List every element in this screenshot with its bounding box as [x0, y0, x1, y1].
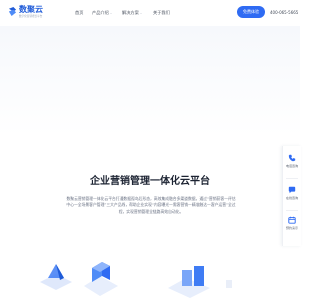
hero-title: 企业营销管理一体化云平台	[90, 176, 210, 187]
nav-item-label: 产品介绍	[92, 10, 109, 15]
phone-icon	[288, 154, 296, 162]
divider	[286, 178, 298, 179]
side-item-phone[interactable]: 电话咨询	[283, 154, 301, 184]
side-item-chat[interactable]: 在线咨询	[283, 186, 301, 216]
chevron-down-icon: ⌄	[109, 11, 113, 15]
nav-item-about[interactable]: 关于我们	[153, 10, 170, 15]
brand-tagline: 数字化营销增长平台	[19, 15, 43, 18]
nav-item-home[interactable]: 首页	[75, 10, 83, 15]
nav-item-solutions[interactable]: 解决方案⌄	[122, 10, 142, 16]
side-item-label: 电话咨询	[285, 164, 298, 168]
chevron-down-icon: ⌄	[139, 11, 143, 15]
hero-description: 数聚云营销管理一体化云平台打通数据孤岛后形态，高效集成融合多渠道数据，通过“营销…	[66, 196, 236, 214]
navbar: 数聚云 数字化营销增长平台 首页 产品介绍⌄ 解决方案⌄ 关于我们 免费体验 4…	[0, 0, 300, 27]
chat-icon	[288, 186, 296, 194]
phone-number: 400-065-5665	[270, 10, 299, 15]
logo-icon[interactable]	[8, 7, 17, 16]
free-trial-button[interactable]: 免费体验	[237, 6, 265, 18]
nav-item-label: 关于我们	[153, 10, 170, 15]
hero-illustration	[40, 262, 232, 298]
side-item-label: 在线咨询	[285, 196, 298, 200]
brand-name[interactable]: 数聚云	[19, 5, 43, 14]
calendar-icon	[288, 216, 296, 224]
nav-item-label: 解决方案	[122, 10, 139, 15]
divider	[286, 210, 298, 211]
floating-contact-panel: 电话咨询 在线咨询 预约演示	[282, 146, 301, 246]
nav-item-products[interactable]: 产品介绍⌄	[92, 10, 112, 16]
nav-item-label: 首页	[75, 10, 84, 15]
side-item-label: 预约演示	[285, 226, 298, 230]
side-item-demo[interactable]: 预约演示	[283, 216, 301, 246]
isometric-graphic-center	[84, 262, 118, 296]
isometric-graphic-right	[168, 266, 232, 298]
isometric-graphic-left	[40, 264, 72, 290]
